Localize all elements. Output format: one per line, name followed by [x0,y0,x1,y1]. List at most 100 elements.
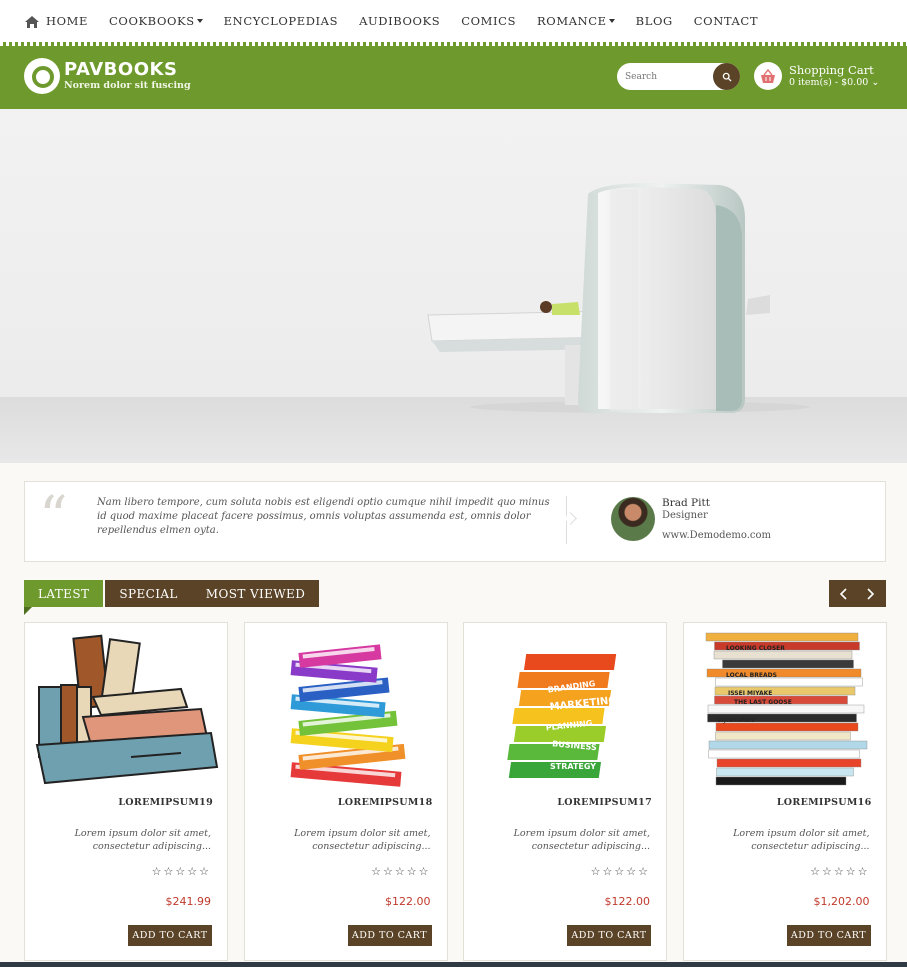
product-name[interactable]: LOREMIPSUM18 [338,797,433,808]
star-icon: ☆ [626,865,639,878]
prev-button[interactable] [829,580,857,607]
product-card[interactable]: LOREMIPSUM19 Lorem ipsum dolor sit amet, … [24,622,228,961]
testimonial-panel: “ Nam libero tempore, cum soluta nobis e… [24,481,886,562]
site-logo[interactable]: PAVBOOKS Norem dolor sit fuscing [24,58,191,94]
add-to-cart-button[interactable]: ADD TO CART [347,925,432,946]
product-card[interactable]: BRANDING MARKETING PLANNING BUSINESS STRATEG… [463,622,667,961]
star-icon: ☆ [810,865,822,878]
search-input[interactable] [625,69,710,84]
tab-latest[interactable]: LATEST [24,580,104,615]
product-price: $241.99 [165,895,212,908]
nav-item-romance[interactable]: ROMANCE [537,14,615,28]
product-price: $122.00 [385,895,431,908]
product-tabs: LATEST SPECIAL MOST VIEWED [24,580,320,615]
caret-down-icon [196,19,203,23]
logo-mark-icon [24,58,60,94]
product-description: Lorem ipsum dolor sit amet, consectetur … [74,828,211,852]
home-icon[interactable] [24,14,40,28]
tab-special[interactable]: SPECIAL [105,580,192,607]
star-icon: ☆ [590,865,603,878]
product-name[interactable]: LOREMIPSUM19 [118,797,213,808]
product-name[interactable]: LOREMIPSUM16 [777,797,872,808]
star-icon: ☆ [371,865,383,878]
svg-text:LOCAL BREADS: LOCAL BREADS [726,672,777,679]
product-grid: LOREMIPSUM19 Lorem ipsum dolor sit amet, … [24,622,887,961]
nav-item-comics[interactable]: COMICS [461,14,516,28]
star-icon: ☆ [394,865,407,878]
quote-icon: “ [39,485,68,550]
cart-title: Shopping Cart [789,62,874,77]
star-icon: ☆ [187,865,200,878]
star-icon: ☆ [845,865,858,878]
nav-item-blog[interactable]: BLOG [636,14,673,28]
nav-item-audibooks[interactable]: AUDIBOOKS [359,14,440,28]
testimonial-author: Brad Pitt [662,497,710,509]
add-to-cart-button[interactable]: ADD TO CART [786,925,871,946]
star-icon: ☆ [614,865,627,878]
nav-item-label: BLOG [635,14,673,28]
product-image[interactable]: LOOKING CLOSER LOCAL BREADS ISSEI MIYAKE TH… [690,627,880,789]
cart-summary[interactable]: 0 item(s) - $0.00 ⌄ [789,77,879,89]
footer-strip [0,962,907,967]
product-image[interactable] [31,627,221,789]
nav-item-encyclopedias[interactable]: ENCYCLOPEDIAS [224,14,338,28]
product-card[interactable]: LOOKING CLOSER LOCAL BREADS ISSEI MIYAKE TH… [682,622,887,961]
chevron-left-icon [839,587,847,600]
svg-text:STRATEGY: STRATEGY [550,762,596,771]
star-icon: ☆ [151,865,164,878]
nav-item-label: COOKBOOKS [109,14,195,28]
svg-text:THE LAST GOOSE: THE LAST GOOSE [734,699,792,706]
product-card[interactable]: LOREMIPSUM18 Lorem ipsum dolor sit amet, … [243,622,448,961]
product-description: Lorem ipsum dolor sit amet, consectetur … [294,828,431,852]
star-icon: ☆ [822,865,834,878]
rating-stars: ☆☆☆☆☆ [371,865,430,878]
divider [566,496,567,544]
product-image[interactable] [251,627,441,789]
product-name[interactable]: LOREMIPSUM17 [557,797,652,808]
star-icon: ☆ [199,865,211,878]
nav-item-label: AUDIBOOKS [359,14,441,28]
chevron-down-icon: ⌄ [868,76,880,88]
tab-most-viewed[interactable]: MOST VIEWED [191,580,320,607]
shopping-cart[interactable]: Shopping Cart 0 item(s) - $0.00 ⌄ [754,62,879,90]
testimonial-site-link[interactable]: www.Demodemo.com [662,530,771,541]
star-icon: ☆ [638,865,650,878]
search-icon [722,72,731,81]
add-to-cart-button[interactable]: ADD TO CART [128,925,212,946]
search-button[interactable] [713,63,740,90]
nav-item-home[interactable]: HOME [46,14,88,28]
rating-stars: ☆☆☆☆☆ [152,865,211,878]
svg-text:stylemakers: stylemakers [718,717,755,724]
search-box [617,63,740,90]
next-button[interactable] [857,580,885,607]
nav-item-cookbooks[interactable]: COOKBOOKS [109,14,203,28]
logo-title: PAVBOOKS [64,59,178,80]
logo-tagline: Norem dolor sit fuscing [64,80,191,91]
product-price: $122.00 [604,895,651,908]
testimonial-quote: Nam libero tempore, cum soluta nobis est… [97,497,550,536]
caret-down-icon [608,19,615,23]
product-image[interactable]: BRANDING MARKETING PLANNING BUSINESS STRATEG… [470,627,660,789]
nav-item-label: CONTACT [693,14,759,28]
product-description: Lorem ipsum dolor sit amet, consectetur … [733,828,870,852]
rating-stars: ☆☆☆☆☆ [591,865,650,878]
top-navigation: HOME COOKBOOKS ENCYCLOPEDIAS AUDIBOOKS COMIC… [0,0,907,42]
star-icon: ☆ [163,865,176,878]
nav-item-label: HOME [46,14,89,28]
star-icon: ☆ [833,865,846,878]
chevron-right-icon [867,587,875,600]
add-to-cart-button[interactable]: ADD TO CART [567,925,651,946]
basket-icon [754,62,782,90]
hero-banner[interactable] [0,109,907,463]
star-icon: ☆ [602,865,615,878]
nav-item-label: ENCYCLOPEDIAS [223,14,339,28]
carousel-controls [829,580,886,607]
star-icon: ☆ [175,865,188,878]
rating-stars: ☆☆☆☆☆ [810,865,869,878]
product-price: $1,202.00 [813,895,870,908]
avatar [611,497,655,541]
svg-text:LOOKING CLOSER: LOOKING CLOSER [726,645,785,652]
nav-item-contact[interactable]: CONTACT [694,14,758,28]
svg-text:ISSEI MIYAKE: ISSEI MIYAKE [728,690,772,697]
testimonial-role: Designer [662,510,708,521]
